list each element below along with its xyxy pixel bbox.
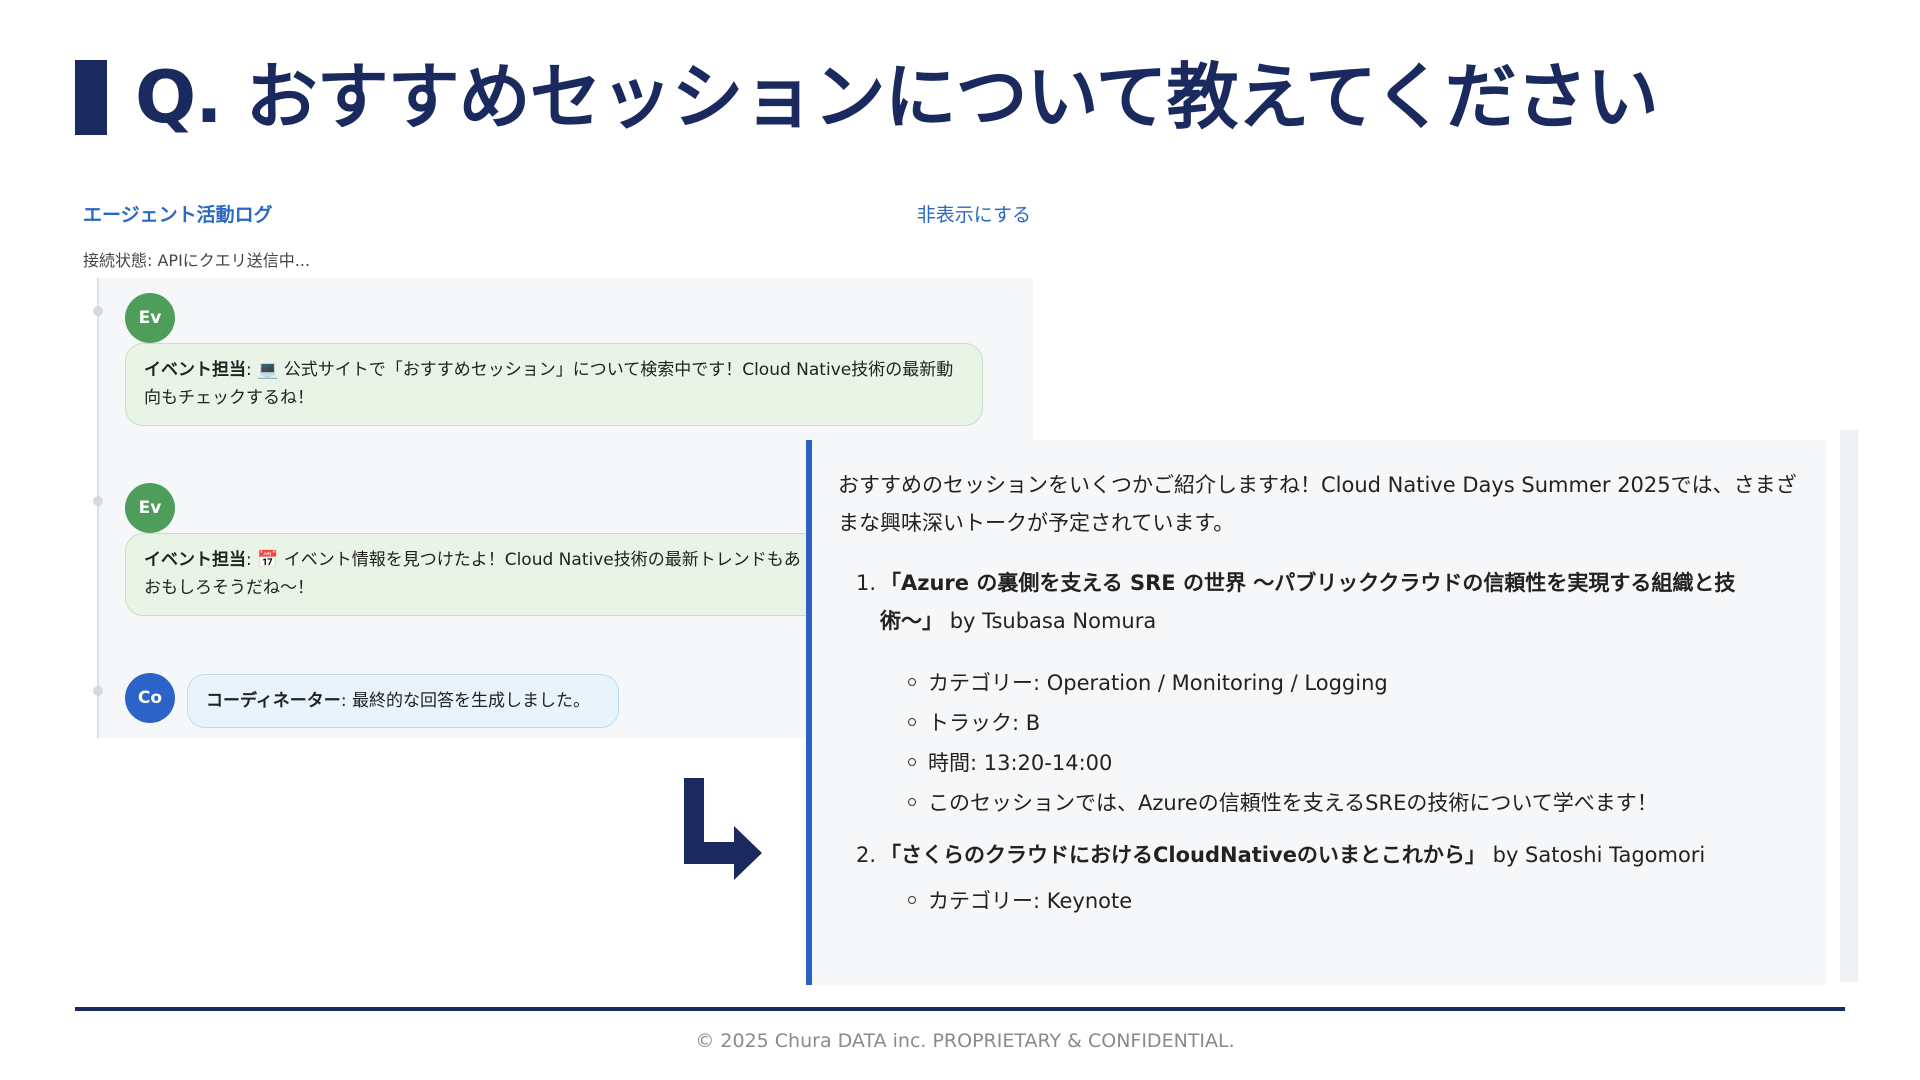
- timeline-dot: [93, 496, 103, 506]
- speaker-name: コーディネーター: [206, 691, 341, 711]
- turn-right-arrow-icon: [684, 778, 762, 880]
- agent-log-title: エージェント活動ログ: [83, 204, 273, 226]
- session-item: 1. 「Azure の裏側を支える SRE の世界 〜パブリッククラウドの信頼性…: [856, 564, 1756, 640]
- response-intro-line: まな興味深いトークが予定されています。: [838, 511, 1235, 535]
- session-detail-text: トラック: B: [928, 711, 1041, 735]
- title-accent-bar: [75, 60, 107, 135]
- log-message-text: 向もチェックするね！: [144, 388, 314, 408]
- calendar-icon: 📅: [257, 550, 279, 570]
- log-message-text: 公式サイトで「おすすめセッション」について検索中です！Cloud Native技…: [283, 360, 954, 380]
- footer-divider: [75, 1007, 1845, 1011]
- session-title: 「さくらのクラウドにおけるCloudNativeのいまとこれから」: [880, 843, 1486, 867]
- avatar: Co: [125, 673, 175, 723]
- session-body: 「Azure の裏側を支える SRE の世界 〜パブリッククラウドの信頼性を実現…: [880, 564, 1756, 640]
- timeline-dot: [93, 686, 103, 696]
- session-item: 2. 「さくらのクラウドにおけるCloudNativeのいまとこれから」 by …: [856, 836, 1756, 874]
- log-message-text: イベント情報を見つけたよ！Cloud Native技術の最新トレンドもあ: [283, 550, 801, 570]
- session-title: 「Azure の裏側を支える SRE の世界 〜パブリッククラウドの信頼性を実現…: [880, 571, 1736, 595]
- session-number: 2.: [856, 843, 877, 867]
- session-detail-text: このセッションでは、Azureの信頼性を支えるSREの技術について学べます！: [928, 791, 1658, 815]
- response-intro-line: おすすめのセッションをいくつかご紹介しますね！Cloud Native Days…: [838, 473, 1797, 497]
- session-detail: トラック: B: [908, 708, 1040, 738]
- session-detail: カテゴリー: Keynote: [908, 886, 1132, 916]
- connection-status: 接続状態: APIにクエリ送信中...: [83, 251, 311, 270]
- session-detail: カテゴリー: Operation / Monitoring / Logging: [908, 668, 1388, 698]
- response-intro: おすすめのセッションをいくつかご紹介しますね！Cloud Native Days…: [838, 466, 1798, 542]
- log-message-bubble: イベント担当: 💻 公式サイトで「おすすめセッション」について検索中です！Clo…: [125, 343, 983, 426]
- speaker-name: イベント担当: [144, 360, 246, 380]
- bullet-circle-icon: [908, 896, 916, 904]
- footer-copyright: © 2025 Chura DATA inc. PROPRIETARY & CON…: [695, 1030, 1235, 1052]
- agent-log-header: エージェント活動ログ 非表示にする: [83, 200, 1031, 230]
- speaker-name: イベント担当: [144, 550, 246, 570]
- slide-title: Q. おすすめセッションについて教えてください: [135, 55, 1659, 139]
- session-number: 1.: [856, 571, 877, 595]
- log-message-bubble: コーディネーター: 最終的な回答を生成しました。: [187, 674, 619, 728]
- session-speaker: by Satoshi Tagomori: [1492, 843, 1706, 867]
- laptop-icon: 💻: [257, 360, 279, 380]
- bullet-circle-icon: [908, 718, 916, 726]
- bullet-circle-icon: [908, 758, 916, 766]
- response-panel[interactable]: おすすめのセッションをいくつかご紹介しますね！Cloud Native Days…: [806, 440, 1826, 985]
- avatar: Ev: [125, 483, 175, 533]
- session-detail-text: カテゴリー: Keynote: [928, 889, 1133, 913]
- session-detail: このセッションでは、Azureの信頼性を支えるSREの技術について学べます！: [908, 788, 1658, 818]
- session-detail-text: 時間: 13:20-14:00: [928, 751, 1113, 775]
- log-message-line: イベント担当: 💻 公式サイトで「おすすめセッション」について検索中です！Clo…: [144, 360, 954, 380]
- bullet-circle-icon: [908, 678, 916, 686]
- session-detail-text: カテゴリー: Operation / Monitoring / Logging: [928, 671, 1388, 695]
- avatar: Ev: [125, 293, 175, 343]
- session-detail: 時間: 13:20-14:00: [908, 748, 1112, 778]
- log-message-text: 最終的な回答を生成しました。: [351, 691, 590, 711]
- hide-log-link[interactable]: 非表示にする: [917, 200, 1031, 227]
- session-title: 術〜」: [880, 609, 943, 633]
- response-panel-shadow: [1840, 430, 1858, 982]
- timeline-dot: [93, 306, 103, 316]
- bullet-circle-icon: [908, 798, 916, 806]
- session-body: 「さくらのクラウドにおけるCloudNativeのいまとこれから」 by Sat…: [880, 836, 1756, 874]
- session-speaker: by Tsubasa Nomura: [949, 609, 1157, 633]
